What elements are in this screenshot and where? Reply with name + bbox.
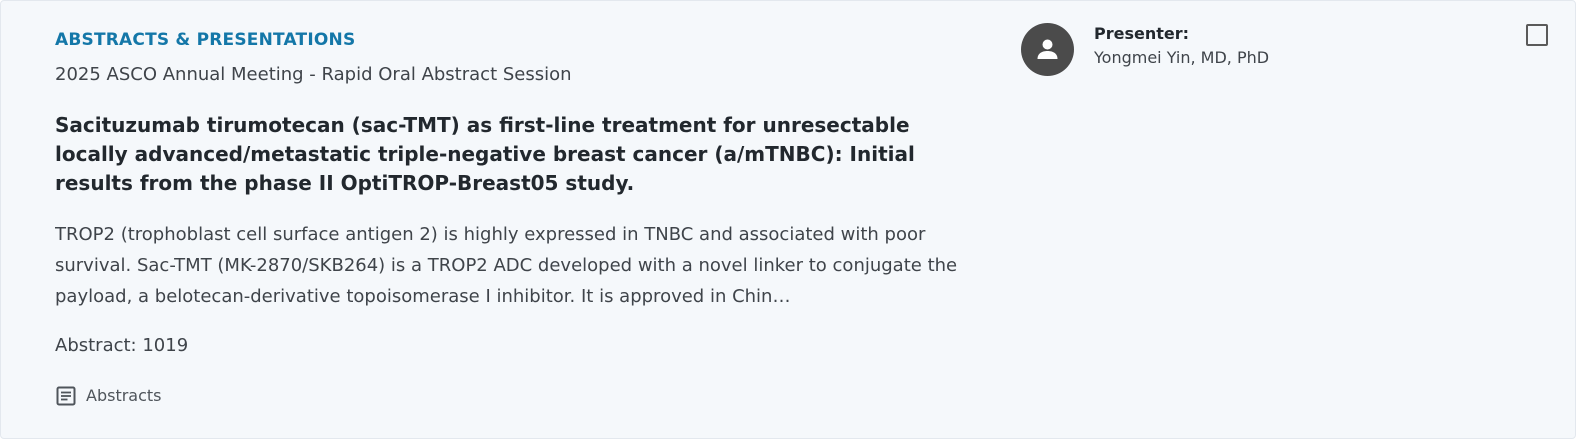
abstract-number: Abstract: 1019 (55, 335, 189, 356)
abstracts-link-row[interactable]: Abstracts (55, 384, 985, 408)
presenter-label: Presenter: (1094, 24, 1190, 43)
meeting-name: 2025 ASCO Annual Meeting - Rapid Oral Ab… (55, 64, 572, 85)
presenter-avatar (1021, 23, 1074, 76)
presenter-info: Presenter: Yongmei Yin, MD, PhD (1094, 23, 1474, 68)
abstracts-link[interactable]: Abstracts (86, 385, 162, 407)
select-checkbox[interactable] (1526, 24, 1548, 46)
document-icon (55, 385, 77, 407)
abstract-summary: TROP2 (trophoblast cell surface antigen … (55, 224, 958, 307)
person-icon (1037, 39, 1058, 59)
abstract-content: ABSTRACTS & PRESENTATIONS 2025 ASCO Annu… (55, 29, 985, 408)
abstract-card: ABSTRACTS & PRESENTATIONS 2025 ASCO Annu… (0, 0, 1576, 439)
category-label: ABSTRACTS & PRESENTATIONS (55, 30, 356, 50)
presenter-name: Yongmei Yin, MD, PhD (1094, 48, 1270, 67)
abstract-title[interactable]: Sacituzumab tirumotecan (sac-TMT) as fir… (55, 111, 985, 198)
